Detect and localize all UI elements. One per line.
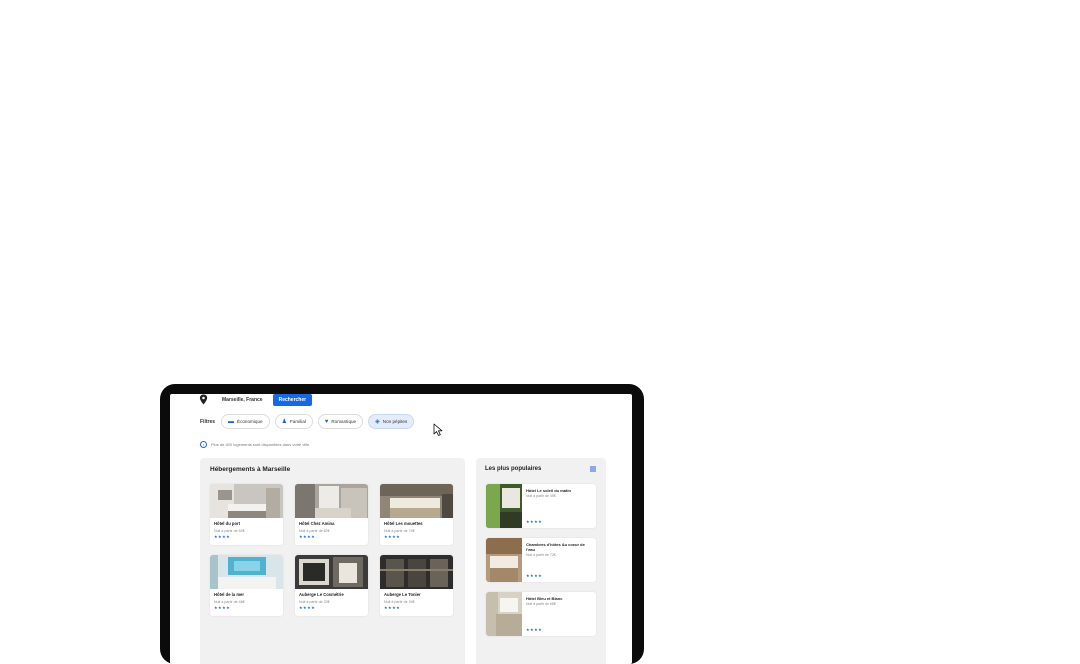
hotel-price: Nuit à partir de 48€ — [214, 600, 245, 604]
accommodations-panel: Hébergements à Marseille Hôtel du port N… — [200, 458, 465, 664]
star-rating: ★★★★ — [526, 519, 543, 524]
star-rating: ★★★★ — [299, 605, 316, 610]
chip-label: Familial — [289, 419, 306, 424]
list-icon[interactable] — [590, 466, 596, 472]
hotel-name: Hôtel de la mer — [214, 592, 245, 597]
hotel-card[interactable]: Hôtel de la mer Nuit à partir de 48€ ★★★… — [210, 555, 283, 616]
hotel-price: Nuit à partir de 62€ — [299, 529, 330, 533]
filter-chip-economique[interactable]: ▬ Économique — [221, 414, 270, 429]
popular-hotel-card[interactable]: Chambres d'hôtes Au coeur de l'eau Nuit … — [486, 538, 596, 582]
hotel-name: Auberge Le Tonier — [384, 592, 421, 597]
search-bar: Marseille, France Rechercher — [199, 394, 313, 406]
app-screen: Marseille, France Rechercher Filtres ▬ É… — [170, 394, 632, 664]
hotel-price: Nuit à partir de 54€ — [214, 529, 245, 533]
hotel-photo — [295, 484, 368, 518]
star-rating: ★★★★ — [214, 605, 231, 610]
popular-panel: Les plus populaires Hôtel Le soleil du m… — [476, 458, 606, 664]
location-pin-icon — [199, 394, 208, 405]
hotel-name: Chambres d'hôtes Au coeur de l'eau — [526, 542, 585, 552]
hotel-photo — [486, 538, 522, 582]
gem-icon: ◈ — [375, 418, 380, 425]
hotel-name: Hôtel Les mouettes — [384, 521, 423, 526]
hotel-name: Hôtel Bleu et Blanc — [526, 596, 563, 601]
info-text: Plus de 400 logements sont disponibles d… — [211, 442, 310, 447]
section-title: Les plus populaires — [485, 466, 542, 472]
star-rating: ★★★★ — [299, 534, 316, 539]
search-button[interactable]: Rechercher — [272, 394, 313, 406]
heart-icon: ♥ — [324, 418, 329, 425]
hotel-photo — [210, 484, 283, 518]
hotel-photo — [210, 555, 283, 589]
hotel-photo — [380, 555, 453, 589]
money-icon: ▬ — [228, 418, 235, 425]
hotel-photo — [486, 484, 522, 528]
hotel-name: Hôtel Chez Amina — [299, 521, 335, 526]
hotel-photo — [486, 592, 522, 636]
star-rating: ★★★★ — [526, 573, 543, 578]
info-banner: i Plus de 400 logements sont disponibles… — [200, 441, 309, 448]
hotel-card[interactable]: Auberge Le Cosmétrie Nuit à partir de 33… — [295, 555, 368, 616]
hotel-name: Hôtel Le soleil du matin — [526, 488, 571, 493]
hotel-price: Nuit à partir de 68€ — [526, 602, 556, 606]
hotel-card[interactable]: Auberge Le Tonier Nuit à partir de 39€ ★… — [380, 555, 453, 616]
hotel-photo — [295, 555, 368, 589]
section-title: Hébergements à Marseille — [210, 466, 291, 473]
chip-label: Économique — [237, 419, 263, 424]
filter-chip-familial[interactable]: ♟ Familial — [274, 414, 313, 429]
hotel-price: Nuit à partir de 33€ — [299, 600, 330, 604]
hotel-card[interactable]: Hôtel du port Nuit à partir de 54€ ★★★★ — [210, 484, 283, 545]
chip-label: Romantique — [331, 419, 357, 424]
star-rating: ★★★★ — [526, 627, 543, 632]
filter-chip-romantique[interactable]: ♥ Romantique — [317, 414, 364, 429]
hotel-price: Nuit à partir de 39€ — [384, 600, 415, 604]
mouse-pointer-icon — [433, 423, 443, 436]
hotel-card[interactable]: Hôtel Les mouettes Nuit à partir de 74€ … — [380, 484, 453, 545]
filter-chip-pepites[interactable]: ◈ Non pépites — [368, 414, 415, 429]
filters-label: Filtres — [200, 418, 216, 425]
filters-row: Filtres ▬ Économique ♟ Familial ♥ Romant… — [200, 414, 415, 429]
hotel-photo — [380, 484, 453, 518]
location-field[interactable]: Marseille, France — [222, 397, 263, 403]
hotel-price: Nuit à partir de 74€ — [384, 529, 415, 533]
popular-hotel-card[interactable]: Hôtel Bleu et Blanc Nuit à partir de 68€… — [486, 592, 596, 636]
laptop-frame: Marseille, France Rechercher Filtres ▬ É… — [160, 384, 644, 664]
star-rating: ★★★★ — [384, 605, 401, 610]
info-icon: i — [200, 441, 207, 448]
hotel-price: Nuit à partir de 45€ — [526, 494, 556, 498]
hotel-name: Auberge Le Cosmétrie — [299, 592, 344, 597]
hotel-price: Nuit à partir de 72€ — [526, 553, 556, 557]
person-icon: ♟ — [281, 418, 287, 425]
hotel-name: Hôtel du port — [214, 521, 241, 526]
star-rating: ★★★★ — [384, 534, 401, 539]
hotel-card[interactable]: Hôtel Chez Amina Nuit à partir de 62€ ★★… — [295, 484, 368, 545]
star-rating: ★★★★ — [214, 534, 231, 539]
chip-label: Non pépites — [382, 419, 408, 424]
popular-hotel-card[interactable]: Hôtel Le soleil du matin Nuit à partir d… — [486, 484, 596, 528]
